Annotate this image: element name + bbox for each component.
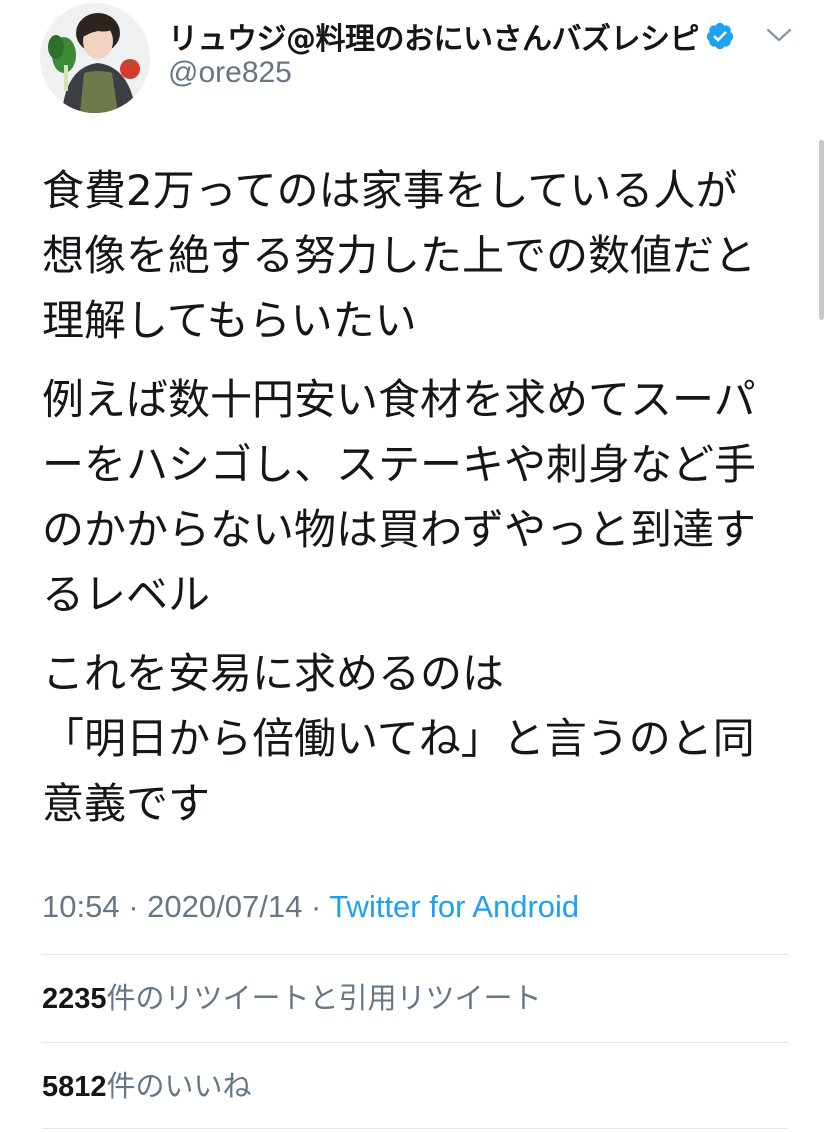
retweets-count: 2235 [42, 983, 107, 1015]
tweet-source-link[interactable]: Twitter for Android [329, 889, 579, 924]
display-name[interactable]: リュウジ@料理のおにいさんバズレシピ [168, 14, 700, 58]
tweet-line: るレベル [42, 570, 211, 619]
scrollbar[interactable] [819, 140, 824, 320]
tweet-line: 例えば数十円安い食材を求めてスーパ [42, 375, 756, 424]
tweet-paragraph: 食費2万ってのは家事をしている人が 想像を絶する努力した上での数値だと 理解して… [42, 158, 812, 353]
tweet-date[interactable]: 2020/07/14 [147, 889, 302, 924]
tweet-paragraph: 例えば数十円安い食材を求めてスーパ ーをハシゴし、ステーキや刺身など手 のかから… [42, 367, 812, 627]
tweet-line: これを安易に求めるのは [42, 649, 505, 698]
divider [42, 954, 788, 955]
user-handle[interactable]: @ore825 [168, 56, 292, 90]
tweet-meta: 10:54 · 2020/07/14 · Twitter for Android [42, 884, 579, 930]
meta-separator: · [310, 889, 322, 924]
display-name-row[interactable]: リュウジ@料理のおにいさんバズレシピ [168, 14, 735, 58]
divider [42, 1128, 788, 1129]
tweet-line: 意義です [42, 779, 211, 828]
tweet-line: のかからない物は買わずやっと到達す [42, 505, 757, 554]
tweet-line: ーをハシゴし、ステーキや刺身など手 [42, 440, 757, 489]
more-options-button[interactable] [764, 20, 794, 50]
divider [42, 1042, 788, 1043]
retweets-stat[interactable]: 2235件のリツイートと引用リツイート [42, 973, 542, 1023]
tweet-paragraph: これを安易に求めるのは 「明日から倍働いてね」と言うのと同 意義です [42, 641, 812, 836]
chevron-down-icon [766, 28, 792, 42]
likes-stat[interactable]: 5812件のいいね [42, 1061, 252, 1111]
retweets-label: 件のリツイートと引用リツイート [106, 981, 542, 1015]
avatar-image [40, 3, 150, 113]
tweet-time[interactable]: 10:54 [42, 889, 120, 924]
tweet-line: 理解してもらいたい [42, 296, 417, 345]
likes-count: 5812 [42, 1071, 107, 1103]
likes-label: 件のいいね [106, 1069, 252, 1103]
tweet-line: 食費2万ってのは家事をしている人が [42, 166, 738, 215]
tweet-header: リュウジ@料理のおにいさんバズレシピ @ore825 [0, 0, 828, 120]
tweet-line: 「明日から倍働いてね」と言うのと同 [42, 714, 755, 763]
tweet-line: 想像を絶する努力した上での数値だと [42, 231, 757, 280]
tweet-text: 食費2万ってのは家事をしている人が 想像を絶する努力した上での数値だと 理解して… [42, 158, 812, 850]
meta-separator: · [128, 889, 139, 924]
verified-badge-icon [705, 21, 735, 51]
avatar[interactable] [40, 3, 150, 113]
